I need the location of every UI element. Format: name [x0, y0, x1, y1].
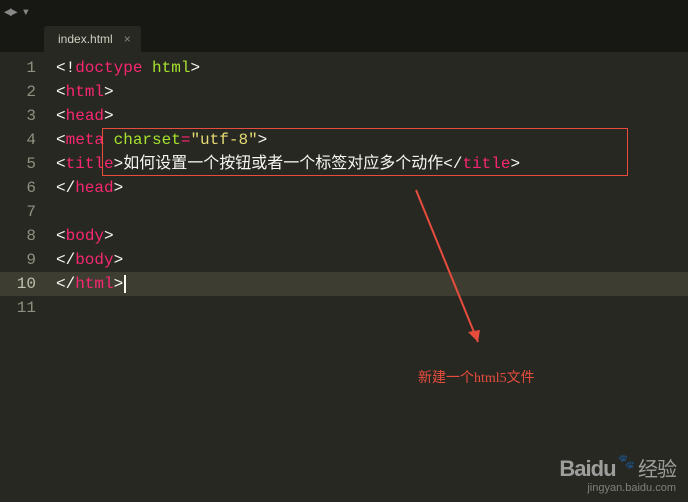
- line-number: 7: [0, 200, 36, 224]
- code-line: <html>: [48, 80, 688, 104]
- code-line: [48, 296, 688, 320]
- toolbar: ◄► ▾: [0, 0, 688, 24]
- editor[interactable]: 1 2 3 4 5 6 7 8 9 10 11 <!doctype html> …: [0, 52, 688, 502]
- line-number: 6: [0, 176, 36, 200]
- tab-index-html[interactable]: index.html ×: [44, 26, 141, 52]
- dropdown-icon[interactable]: ▾: [22, 4, 30, 21]
- watermark-url: jingyan.baidu.com: [559, 482, 676, 494]
- code-line: </html>: [48, 272, 688, 296]
- code-line: <title>如何设置一个按钮或者一个标签对应多个动作</title>: [48, 152, 688, 176]
- nav-back-forward-icon[interactable]: ◄►: [4, 5, 16, 20]
- logo-icon: Baidu🐾经验: [559, 453, 676, 482]
- code-line: <body>: [48, 224, 688, 248]
- line-number: 8: [0, 224, 36, 248]
- line-number: 1: [0, 56, 36, 80]
- tab-label: index.html: [58, 32, 113, 46]
- tab-bar: index.html ×: [0, 24, 688, 52]
- code-line: <!doctype html>: [48, 56, 688, 80]
- line-number: 4: [0, 128, 36, 152]
- line-gutter: 1 2 3 4 5 6 7 8 9 10 11: [0, 52, 48, 502]
- close-icon[interactable]: ×: [124, 32, 131, 46]
- line-number: 2: [0, 80, 36, 104]
- annotation-text: 新建一个html5文件: [418, 367, 535, 391]
- line-number: 5: [0, 152, 36, 176]
- code-line: [48, 200, 688, 224]
- line-number: 10: [0, 272, 48, 296]
- text-cursor: [124, 275, 126, 293]
- code-line: </head>: [48, 176, 688, 200]
- code-line: </body>: [48, 248, 688, 272]
- code-area[interactable]: <!doctype html> <html> <head> <meta char…: [48, 52, 688, 502]
- line-number: 11: [0, 296, 36, 320]
- line-number: 9: [0, 248, 36, 272]
- code-line: <meta charset="utf-8">: [48, 128, 688, 152]
- line-number: 3: [0, 104, 36, 128]
- watermark: Baidu🐾经验 jingyan.baidu.com: [559, 453, 676, 494]
- code-line: <head>: [48, 104, 688, 128]
